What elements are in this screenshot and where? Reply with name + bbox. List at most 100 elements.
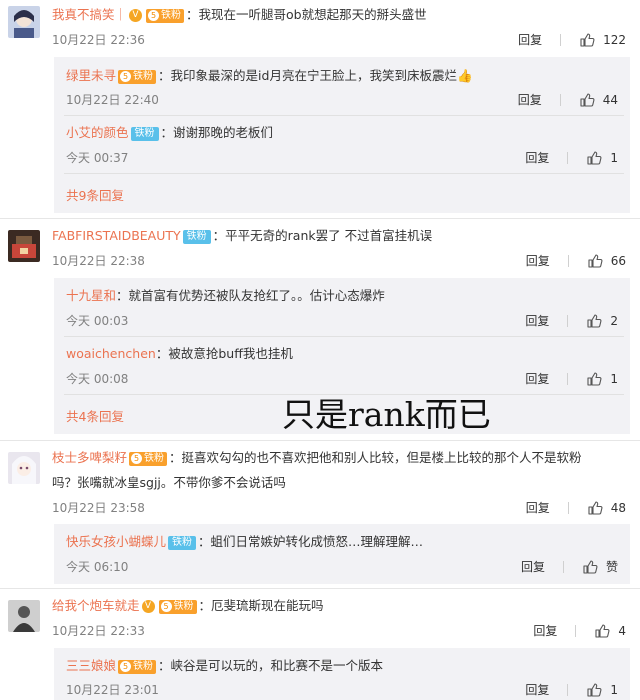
username-link[interactable]: 给我个炮车就走 — [52, 598, 140, 613]
username-link[interactable]: 三三娘娘 — [66, 658, 116, 673]
fan-badge-label: 铁粉 — [173, 600, 194, 612]
comment-text-continued: 吗？张嘴就冰皇sgjj。不带你爹不会说话吗 — [52, 475, 286, 490]
fan-badge: 5 铁粉 — [118, 659, 157, 674]
avatar[interactable] — [8, 452, 40, 484]
reply-actions: 回复 1 — [525, 369, 618, 389]
action-divider — [559, 94, 561, 106]
avatar[interactable] — [8, 600, 40, 632]
sub-reply-text-line: 小艾的颜色 铁粉 ：谢谢那晚的老板们 — [66, 123, 624, 143]
sub-replies-panel: 三三娘娘 5 铁粉 ：峡谷是可以玩的，和比赛不是一个版本 10月22日 23:01 回… — [54, 648, 630, 700]
action-divider — [575, 625, 577, 637]
fan-badge: 5 铁粉 — [158, 599, 197, 614]
thumbs-up-icon[interactable] — [586, 150, 602, 166]
thumbs-up-icon[interactable] — [586, 313, 602, 329]
colon: ： — [186, 7, 199, 22]
username-link[interactable]: 小艾的颜色 — [66, 125, 129, 140]
sub-reply-text-line: 三三娘娘 5 铁粉 ：峡谷是可以玩的，和比赛不是一个版本 — [66, 656, 624, 676]
username-link[interactable]: 绿里未寻 — [66, 68, 116, 83]
reply-divider — [64, 336, 624, 337]
reply-text: 被故意抢buff我也挂机 — [168, 346, 293, 361]
reply-button[interactable]: 回复 — [518, 30, 542, 50]
timestamp: 10月22日 22:36 — [52, 33, 145, 47]
comment-divider — [0, 440, 640, 441]
comment-text: 平平无奇的rank罢了 不过首富挂机误 — [225, 228, 433, 243]
reply-divider — [64, 173, 624, 174]
thumbs-up-icon[interactable] — [582, 559, 598, 575]
comment-actions: 回复 122 — [518, 30, 626, 50]
sub-reply-text-line: woaichenchen：被故意抢buff我也挂机 — [66, 344, 624, 364]
username-link[interactable]: 我真不搞笑｜ — [52, 7, 127, 22]
sub-reply-text-line: 绿里未寻 5 铁粉 ：我印象最深的是id月亮在宁王脸上，我笑到床板震烂👍 — [66, 66, 624, 86]
reply-button[interactable]: 回复 — [518, 90, 542, 110]
colon: ： — [116, 288, 129, 303]
sub-replies-panel: 绿里未寻 5 铁粉 ：我印象最深的是id月亮在宁王脸上，我笑到床板震烂👍 10月22日… — [54, 57, 630, 213]
view-all-replies-link[interactable]: 共9条回复 — [66, 185, 124, 204]
reply-button[interactable]: 回复 — [525, 680, 549, 700]
avatar[interactable] — [8, 6, 40, 38]
fan-badge: 5 铁粉 — [129, 451, 168, 466]
comment-text: 厄斐琉斯现在能玩吗 — [211, 598, 324, 613]
comment-actions: 回复 48 — [526, 498, 626, 518]
colon: ： — [198, 534, 211, 549]
comment-text-line: 吗？张嘴就冰皇sgjj。不带你爹不会说话吗 — [52, 473, 632, 493]
sub-reply-text-line: 快乐女孩小蝴蝶儿 铁粉 ：蛆们日常嫉妒转化成愤怒…理解理解… — [66, 532, 624, 552]
comment-divider — [0, 218, 640, 219]
thumbs-up-icon[interactable] — [579, 32, 595, 48]
username-link[interactable]: woaichenchen — [66, 346, 156, 361]
avatar[interactable] — [8, 230, 40, 262]
username-link[interactable]: 枝士多啤梨籽 — [52, 450, 127, 465]
action-divider — [567, 315, 569, 327]
reply-button[interactable]: 回复 — [525, 148, 549, 168]
reply-button[interactable]: 回复 — [525, 311, 549, 331]
like-count: 赞 — [605, 560, 618, 574]
sub-reply-meta: 今天 00:08 回复 1 — [66, 369, 624, 389]
thumbs-up-icon[interactable] — [579, 92, 595, 108]
sub-reply-meta: 10月22日 23:01 回复 1 — [66, 680, 624, 700]
fan-badge: 5 铁粉 — [146, 8, 185, 23]
username-link[interactable]: FABFIRSTAIDBEAUTY — [52, 228, 181, 243]
comment-divider — [0, 588, 640, 589]
reply-button[interactable]: 回复 — [526, 498, 550, 518]
reply-divider — [64, 115, 624, 116]
reply-actions: 回复 1 — [525, 680, 618, 700]
fan-badge-label: 铁粉 — [133, 70, 154, 82]
timestamp: 今天 00:37 — [66, 151, 129, 165]
reply-text: 峡谷是可以玩的，和比赛不是一个版本 — [170, 658, 384, 673]
comment-text-line: 我真不搞笑｜ V 5 铁粉 ：我现在一听腿哥ob就想起那天的掰头盛世 — [52, 5, 632, 25]
username-link[interactable]: 十九星和 — [66, 288, 116, 303]
timestamp: 10月22日 22:38 — [52, 254, 145, 268]
comment-meta: 10月22日 22:38 回复 66 — [52, 251, 632, 271]
iron-fan-badge: 铁粉 — [182, 229, 211, 244]
reply-button[interactable]: 回复 — [533, 621, 557, 641]
action-divider — [567, 684, 569, 696]
timestamp: 今天 00:08 — [66, 372, 129, 386]
reply-button[interactable]: 回复 — [525, 369, 549, 389]
reply-button[interactable]: 回复 — [521, 557, 545, 577]
like-count: 48 — [610, 501, 626, 515]
timestamp: 今天 06:10 — [66, 560, 129, 574]
thumbs-up-icon[interactable] — [587, 253, 603, 269]
verified-v-icon: V — [129, 9, 143, 22]
comment-actions: 回复 4 — [533, 621, 626, 641]
avatar-image — [8, 452, 40, 484]
thumbs-up-icon[interactable] — [587, 500, 603, 516]
verified-v-icon: V — [141, 600, 155, 613]
thumbs-up-icon[interactable] — [586, 371, 602, 387]
like-count: 1 — [610, 683, 618, 697]
action-divider — [567, 502, 569, 514]
username-link[interactable]: 快乐女孩小蝴蝶儿 — [66, 534, 166, 549]
sub-reply-meta: 今天 00:37 回复 1 — [66, 148, 624, 168]
reply-text: 就首富有优势还被队友抢红了。。估计心态爆炸 — [128, 288, 385, 303]
like-count: 1 — [610, 372, 618, 386]
colon: ： — [160, 125, 174, 140]
reply-text: 蛆们日常嫉妒转化成愤怒…理解理解… — [210, 534, 424, 549]
reply-button[interactable]: 回复 — [526, 251, 550, 271]
comment-text-line: 给我个炮车就走 V 5 铁粉 ：厄斐琉斯现在能玩吗 — [52, 596, 632, 616]
thumbs-up-icon[interactable] — [594, 623, 610, 639]
iron-fan-badge: 铁粉 — [130, 126, 159, 141]
action-divider — [567, 373, 569, 385]
reply-text: 谢谢那晚的老板们 — [173, 125, 274, 140]
thumbs-up-icon[interactable] — [586, 682, 602, 698]
view-all-replies-link[interactable]: 共4条回复 — [66, 406, 124, 425]
colon: ： — [212, 228, 226, 243]
